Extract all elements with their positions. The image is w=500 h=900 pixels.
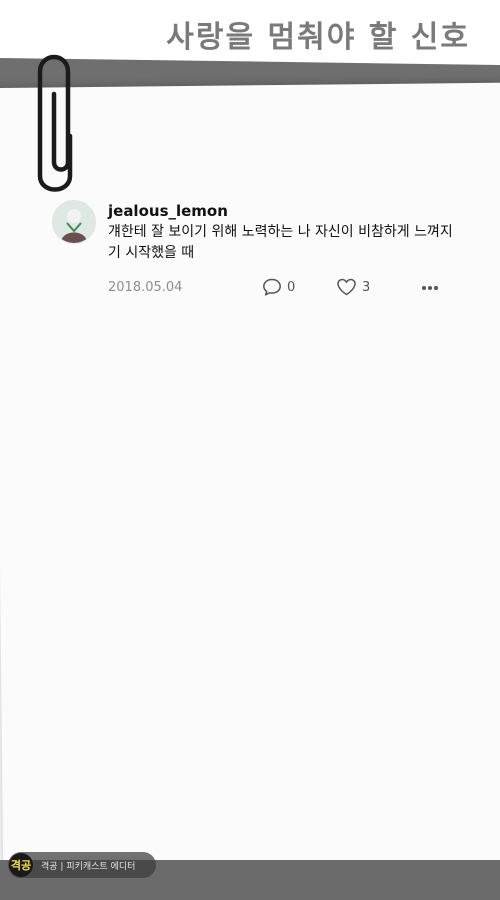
more-options-button[interactable] [419, 278, 441, 298]
post-date: 2018.05.04 [108, 280, 183, 295]
watermark-logo: 격공 [9, 853, 33, 877]
more-icon [422, 286, 438, 290]
avatar[interactable] [52, 200, 96, 244]
comment-icon [263, 278, 281, 296]
like-button[interactable]: 3 [336, 276, 370, 298]
watermark: 격공 격공 | 피키캐스트 에디터 [8, 852, 156, 878]
like-count: 3 [362, 279, 371, 295]
heart-icon [337, 278, 356, 296]
username[interactable]: jealous_lemon [108, 202, 228, 220]
avatar-image [53, 201, 95, 243]
comment-count: 0 [287, 279, 296, 295]
post-text: 걔한테 잘 보이기 위해 노력하는 나 자신이 비참하게 느껴지기 시작했을 때 [108, 224, 453, 261]
paperclip-icon [37, 54, 73, 192]
comment-button[interactable]: 0 [262, 276, 295, 298]
page-title: 사랑을 멈춰야 할 신호 [166, 20, 470, 55]
watermark-text: 격공 | 피키캐스트 에디터 [41, 861, 136, 872]
